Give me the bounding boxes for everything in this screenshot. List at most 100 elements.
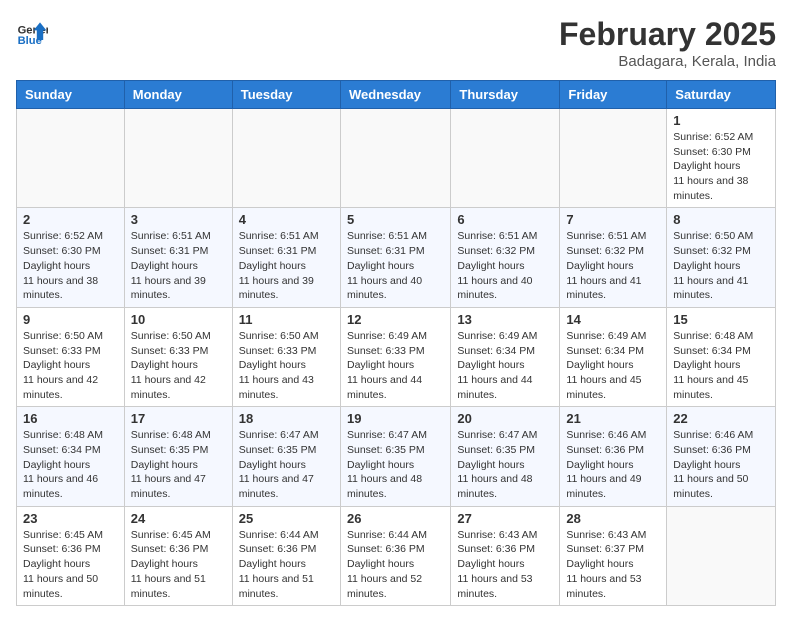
- calendar-cell: 23 Sunrise: 6:45 AMSunset: 6:36 PMDayligh…: [17, 506, 125, 605]
- day-info: Sunrise: 6:45 AMSunset: 6:36 PMDaylight …: [131, 528, 226, 601]
- calendar-cell: 11 Sunrise: 6:50 AMSunset: 6:33 PMDayligh…: [232, 307, 340, 406]
- calendar-week-row: 2 Sunrise: 6:52 AMSunset: 6:30 PMDaylight…: [17, 208, 776, 307]
- calendar-cell: 7 Sunrise: 6:51 AMSunset: 6:32 PMDaylight…: [560, 208, 667, 307]
- calendar-cell: 22Sunrise: 6:46 AMSunset: 6:36 PMDayligh…: [667, 407, 776, 506]
- calendar-cell: 24 Sunrise: 6:45 AMSunset: 6:36 PMDayligh…: [124, 506, 232, 605]
- day-info: Sunrise: 6:48 AMSunset: 6:34 PMDaylight …: [673, 329, 769, 402]
- day-info: Sunrise: 6:51 AMSunset: 6:31 PMDaylight …: [239, 229, 334, 302]
- calendar-cell: 5 Sunrise: 6:51 AMSunset: 6:31 PMDaylight…: [340, 208, 450, 307]
- day-info: Sunrise: 6:51 AMSunset: 6:31 PMDaylight …: [131, 229, 226, 302]
- day-info: Sunrise: 6:50 AMSunset: 6:32 PMDaylight …: [673, 229, 769, 302]
- calendar-cell: 19 Sunrise: 6:47 AMSunset: 6:35 PMDayligh…: [340, 407, 450, 506]
- day-number: 1: [673, 113, 769, 128]
- day-info: Sunrise: 6:43 AMSunset: 6:37 PMDaylight …: [566, 528, 660, 601]
- day-number: 4: [239, 212, 334, 227]
- calendar-cell: [124, 109, 232, 208]
- weekday-header: Saturday: [667, 81, 776, 109]
- day-number: 6: [457, 212, 553, 227]
- day-number: 7: [566, 212, 660, 227]
- calendar-cell: 12 Sunrise: 6:49 AMSunset: 6:33 PMDayligh…: [340, 307, 450, 406]
- day-info: Sunrise: 6:43 AMSunset: 6:36 PMDaylight …: [457, 528, 553, 601]
- calendar-week-row: 23 Sunrise: 6:45 AMSunset: 6:36 PMDayligh…: [17, 506, 776, 605]
- calendar-cell: 16 Sunrise: 6:48 AMSunset: 6:34 PMDayligh…: [17, 407, 125, 506]
- calendar-cell: 13 Sunrise: 6:49 AMSunset: 6:34 PMDayligh…: [451, 307, 560, 406]
- calendar-cell: 14 Sunrise: 6:49 AMSunset: 6:34 PMDayligh…: [560, 307, 667, 406]
- day-number: 11: [239, 312, 334, 327]
- day-number: 12: [347, 312, 444, 327]
- day-info: Sunrise: 6:49 AMSunset: 6:34 PMDaylight …: [457, 329, 553, 402]
- day-number: 8: [673, 212, 769, 227]
- calendar-cell: 4 Sunrise: 6:51 AMSunset: 6:31 PMDaylight…: [232, 208, 340, 307]
- day-number: 22: [673, 411, 769, 426]
- day-number: 21: [566, 411, 660, 426]
- day-number: 13: [457, 312, 553, 327]
- day-number: 16: [23, 411, 118, 426]
- day-number: 25: [239, 511, 334, 526]
- day-info: Sunrise: 6:45 AMSunset: 6:36 PMDaylight …: [23, 528, 118, 601]
- day-info: Sunrise: 6:52 AMSunset: 6:30 PMDaylight …: [23, 229, 118, 302]
- day-info: Sunrise: 6:47 AMSunset: 6:35 PMDaylight …: [347, 428, 444, 501]
- day-info: Sunrise: 6:48 AMSunset: 6:34 PMDaylight …: [23, 428, 118, 501]
- calendar-week-row: 1 Sunrise: 6:52 AMSunset: 6:30 PMDaylight…: [17, 109, 776, 208]
- calendar-cell: 6Sunrise: 6:51 AMSunset: 6:32 PMDaylight…: [451, 208, 560, 307]
- calendar-cell: 9Sunrise: 6:50 AMSunset: 6:33 PMDaylight…: [17, 307, 125, 406]
- weekday-header: Monday: [124, 81, 232, 109]
- day-number: 20: [457, 411, 553, 426]
- calendar-cell: [232, 109, 340, 208]
- day-info: Sunrise: 6:49 AMSunset: 6:34 PMDaylight …: [566, 329, 660, 402]
- calendar-cell: 17 Sunrise: 6:48 AMSunset: 6:35 PMDayligh…: [124, 407, 232, 506]
- day-number: 24: [131, 511, 226, 526]
- day-number: 23: [23, 511, 118, 526]
- page-header: General Blue February 2025 Badagara, Ker…: [16, 16, 776, 70]
- day-info: Sunrise: 6:48 AMSunset: 6:35 PMDaylight …: [131, 428, 226, 501]
- day-info: Sunrise: 6:50 AMSunset: 6:33 PMDaylight …: [23, 329, 118, 402]
- calendar-cell: 28 Sunrise: 6:43 AMSunset: 6:37 PMDayligh…: [560, 506, 667, 605]
- day-info: Sunrise: 6:52 AMSunset: 6:30 PMDaylight …: [673, 130, 769, 203]
- day-number: 18: [239, 411, 334, 426]
- day-info: Sunrise: 6:47 AMSunset: 6:35 PMDaylight …: [239, 428, 334, 501]
- logo-icon: General Blue: [16, 16, 48, 48]
- calendar-table: SundayMondayTuesdayWednesdayThursdayFrid…: [16, 80, 776, 606]
- weekday-header: Tuesday: [232, 81, 340, 109]
- calendar-cell: 15 Sunrise: 6:48 AMSunset: 6:34 PMDayligh…: [667, 307, 776, 406]
- day-number: 28: [566, 511, 660, 526]
- calendar-week-row: 9Sunrise: 6:50 AMSunset: 6:33 PMDaylight…: [17, 307, 776, 406]
- day-number: 14: [566, 312, 660, 327]
- day-info: Sunrise: 6:47 AMSunset: 6:35 PMDaylight …: [457, 428, 553, 501]
- calendar-cell: 2 Sunrise: 6:52 AMSunset: 6:30 PMDaylight…: [17, 208, 125, 307]
- day-info: Sunrise: 6:50 AMSunset: 6:33 PMDaylight …: [239, 329, 334, 402]
- calendar-week-row: 16 Sunrise: 6:48 AMSunset: 6:34 PMDayligh…: [17, 407, 776, 506]
- calendar-cell: 18 Sunrise: 6:47 AMSunset: 6:35 PMDayligh…: [232, 407, 340, 506]
- calendar-cell: 10Sunrise: 6:50 AMSunset: 6:33 PMDayligh…: [124, 307, 232, 406]
- day-number: 27: [457, 511, 553, 526]
- day-info: Sunrise: 6:49 AMSunset: 6:33 PMDaylight …: [347, 329, 444, 402]
- day-info: Sunrise: 6:51 AMSunset: 6:32 PMDaylight …: [566, 229, 660, 302]
- location: Badagara, Kerala, India: [559, 53, 776, 70]
- logo: General Blue: [16, 16, 50, 48]
- day-number: 19: [347, 411, 444, 426]
- day-number: 17: [131, 411, 226, 426]
- calendar-cell: [17, 109, 125, 208]
- calendar-cell: 26 Sunrise: 6:44 AMSunset: 6:36 PMDayligh…: [340, 506, 450, 605]
- calendar-cell: [560, 109, 667, 208]
- day-info: Sunrise: 6:44 AMSunset: 6:36 PMDaylight …: [239, 528, 334, 601]
- day-info: Sunrise: 6:51 AMSunset: 6:31 PMDaylight …: [347, 229, 444, 302]
- calendar-cell: 8 Sunrise: 6:50 AMSunset: 6:32 PMDaylight…: [667, 208, 776, 307]
- month-year: February 2025: [559, 16, 776, 53]
- title-block: February 2025 Badagara, Kerala, India: [559, 16, 776, 70]
- day-number: 5: [347, 212, 444, 227]
- day-number: 2: [23, 212, 118, 227]
- calendar-cell: 3Sunrise: 6:51 AMSunset: 6:31 PMDaylight…: [124, 208, 232, 307]
- weekday-header-row: SundayMondayTuesdayWednesdayThursdayFrid…: [17, 81, 776, 109]
- weekday-header: Friday: [560, 81, 667, 109]
- weekday-header: Wednesday: [340, 81, 450, 109]
- calendar-cell: 25 Sunrise: 6:44 AMSunset: 6:36 PMDayligh…: [232, 506, 340, 605]
- day-number: 15: [673, 312, 769, 327]
- day-number: 26: [347, 511, 444, 526]
- day-info: Sunrise: 6:46 AMSunset: 6:36 PMDaylight …: [566, 428, 660, 501]
- calendar-cell: 27 Sunrise: 6:43 AMSunset: 6:36 PMDayligh…: [451, 506, 560, 605]
- calendar-cell: [667, 506, 776, 605]
- weekday-header: Sunday: [17, 81, 125, 109]
- calendar-cell: [340, 109, 450, 208]
- day-info: Sunrise: 6:44 AMSunset: 6:36 PMDaylight …: [347, 528, 444, 601]
